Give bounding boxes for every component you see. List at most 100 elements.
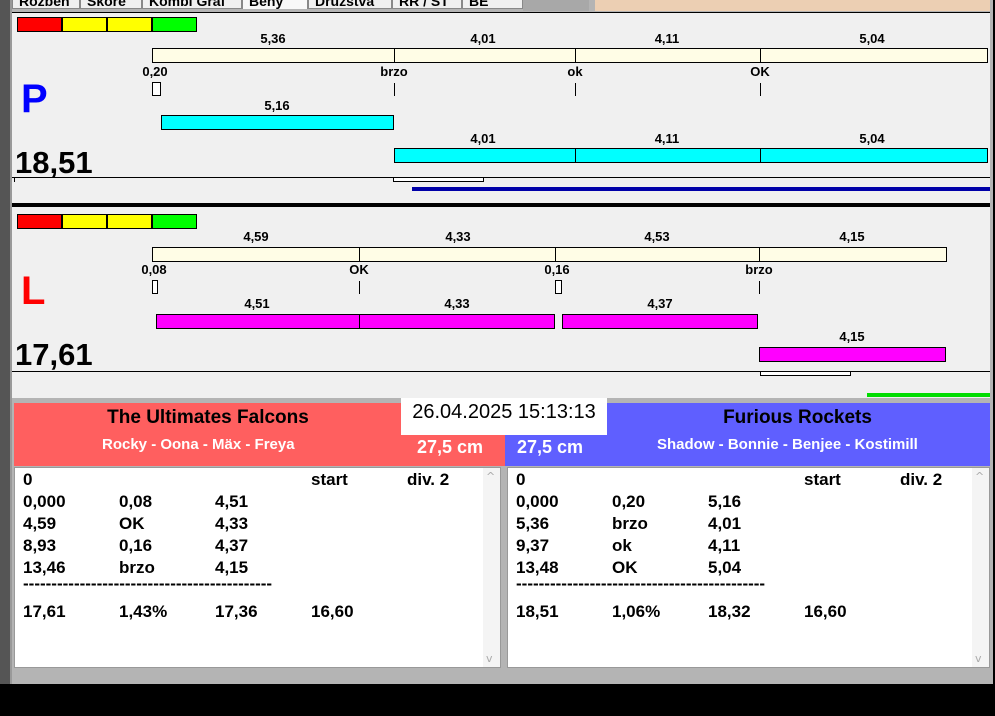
list-cell: start (311, 470, 348, 489)
color-cell-yellow (62, 17, 107, 32)
color-cell-red (17, 214, 62, 229)
list-cell: 0,16 (119, 536, 153, 555)
run-label: 4,37 (647, 296, 673, 311)
tab-skore[interactable]: Skóre (80, 0, 142, 9)
tab-druzstva[interactable]: Družstva (308, 0, 392, 9)
ref-bottom-label: 0,08 (141, 262, 167, 277)
tick (759, 281, 760, 294)
reference-track (152, 48, 988, 63)
team-name: The Ultimates Falcons (107, 407, 309, 428)
tab-rr-st[interactable]: RR / ST (392, 0, 462, 9)
run-bar (161, 115, 394, 130)
lane-letter: L (21, 269, 46, 313)
tick (359, 281, 360, 294)
list-cell: start (804, 470, 841, 489)
separator: ----------------------------------------… (23, 574, 273, 593)
lane-total: 17,61 (15, 337, 93, 372)
list-cell: 0,000 (23, 492, 66, 511)
list-cell: 17,36 (215, 602, 258, 621)
list-cell: 4,51 (215, 492, 249, 511)
list-cell: 4,37 (215, 536, 249, 555)
scroll-up-icon[interactable]: ^ (975, 470, 984, 483)
list-cell: 4,01 (708, 514, 742, 533)
ref-top-label: 4,53 (644, 229, 670, 244)
list-cell: 16,60 (311, 602, 354, 621)
run-label: 4,11 (654, 131, 680, 146)
team-height: 27,5 cm (517, 437, 584, 457)
list-cell: 0,20 (612, 492, 646, 511)
ref-bottom-label: OK (349, 262, 369, 277)
color-cell-yellow (62, 214, 107, 229)
list-cell: div. 2 (407, 470, 450, 489)
progress-marker (760, 371, 851, 376)
color-cell-red (17, 17, 62, 32)
list-cell: 1,43% (119, 602, 168, 621)
ref-top-label: 4,11 (654, 31, 680, 46)
scroll-down-icon[interactable]: v (486, 652, 493, 665)
list-cell: 0 (516, 470, 526, 489)
run-bar (156, 314, 555, 329)
tick (575, 83, 576, 96)
ref-bottom-label: brzo (380, 64, 408, 79)
scrollbar[interactable]: ^ v (483, 468, 500, 667)
reference-track (152, 247, 947, 262)
team-players: Rocky - Oona - Mäx - Freya (102, 436, 295, 453)
list-cell: 5,36 (516, 514, 550, 533)
run-label: 5,16 (264, 98, 290, 113)
ref-bottom-label: 0,16 (544, 262, 570, 277)
run-label: 4,01 (470, 131, 496, 146)
panel-p: 5,36 4,01 4,11 5,04 0,20 brzo ok OK P 5,… (12, 12, 990, 204)
list-cell: 4,33 (215, 514, 249, 533)
lane-total: 18,51 (15, 145, 93, 180)
ref-top-label: 5,36 (260, 31, 286, 46)
left-results-list[interactable]: 0 start div. 2 0,000 0,08 4,51 4,59 OK 4,33 8,93 0… (14, 467, 501, 668)
tab-behy[interactable]: Běhy (242, 0, 308, 9)
list-cell: 4,59 (23, 514, 57, 533)
ref-bottom-label: OK (750, 64, 770, 79)
ref-top-label: 4,01 (470, 31, 496, 46)
scroll-down-icon[interactable]: v (975, 652, 982, 665)
window-left-border (0, 0, 12, 684)
run-label: 4,15 (839, 329, 865, 344)
tab-strip-filler (523, 0, 589, 11)
ref-top-label: 4,15 (839, 229, 865, 244)
scrollbar[interactable]: ^ v (972, 468, 989, 667)
ref-top-label: 4,59 (243, 229, 269, 244)
list-cell: 9,37 (516, 536, 550, 555)
title-area (595, 0, 990, 11)
color-cell-yellow (107, 17, 152, 32)
ref-bottom-label: ok (567, 64, 583, 79)
run-label: 4,33 (444, 296, 470, 311)
reaction-marker (152, 82, 161, 96)
list-cell: brzo (612, 514, 648, 533)
run-label: 4,51 (244, 296, 270, 311)
progress-line (867, 393, 990, 397)
color-cell-green (152, 17, 197, 32)
ref-top-label: 5,04 (859, 31, 885, 46)
team-name: Furious Rockets (723, 407, 872, 428)
run-bar (759, 347, 946, 362)
color-cell-green (152, 214, 197, 229)
list-cell: 0,000 (516, 492, 559, 511)
list-cell: 16,60 (804, 602, 847, 621)
datetime: 26.04.2025 15:13:13 (401, 398, 607, 435)
scroll-up-icon[interactable]: ^ (486, 470, 495, 483)
tab-be[interactable]: BE (462, 0, 523, 9)
list-cell: 0,08 (119, 492, 153, 511)
list-cell: ok (612, 536, 632, 555)
progress-marker (393, 177, 484, 182)
right-results-list[interactable]: 0 start div. 2 0,000 0,20 5,16 5,36 brzo 4,01 9,3… (507, 467, 990, 668)
team-height: 27,5 cm (417, 437, 484, 457)
run-bar (562, 314, 758, 329)
list-cell: 0 (23, 470, 33, 489)
list-cell: 18,32 (708, 602, 751, 621)
reaction-marker (152, 280, 158, 294)
ref-top-label: 4,33 (445, 229, 471, 244)
list-cell: 4,11 (708, 536, 741, 555)
separator: ----------------------------------------… (516, 574, 766, 593)
tab-rozbeh[interactable]: Rozbeh (12, 0, 80, 9)
tab-kombi-graf[interactable]: Kombi Graf (142, 0, 242, 9)
progress-line (412, 187, 990, 191)
list-cell: 17,61 (23, 602, 66, 621)
list-cell: OK (119, 514, 145, 533)
